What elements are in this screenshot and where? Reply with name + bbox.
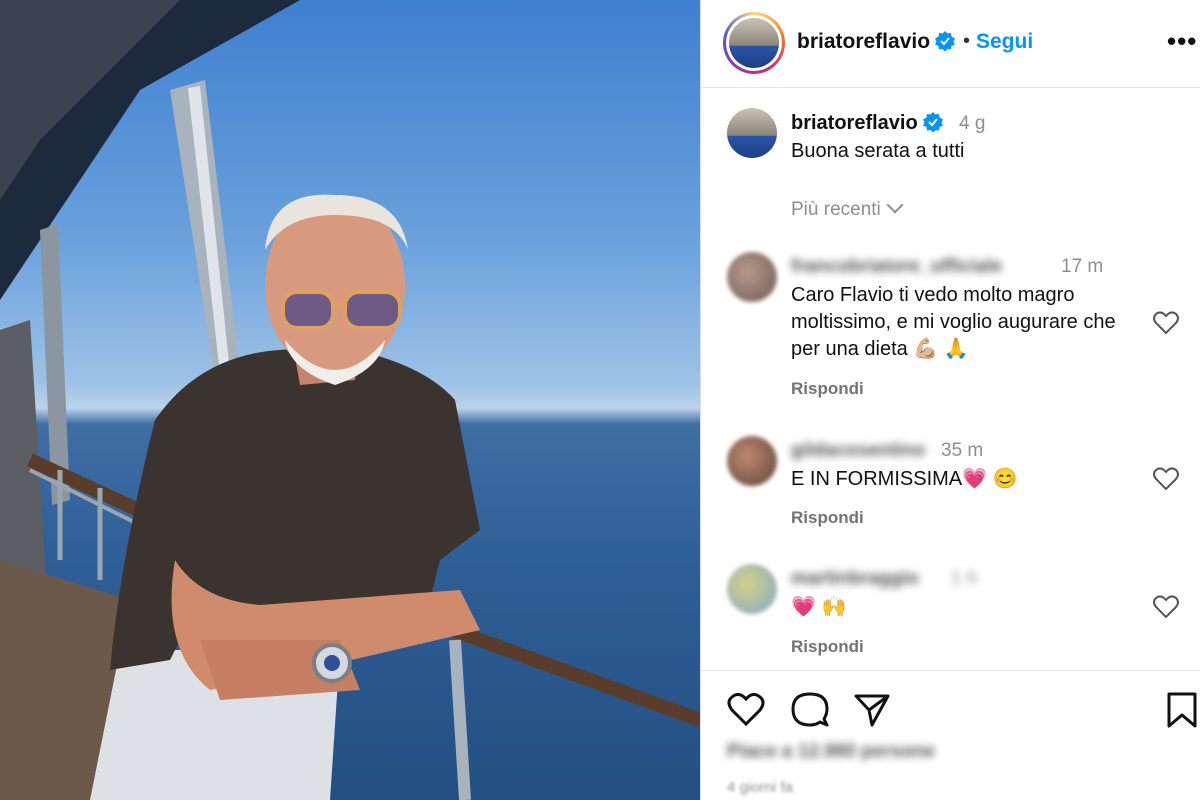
comment-avatar[interactable]	[727, 436, 777, 486]
chevron-down-icon	[886, 196, 904, 214]
comment-time: 17 m	[1061, 256, 1104, 277]
follow-button[interactable]: Segui	[976, 30, 1033, 54]
likes-count[interactable]: Piace a 12.980 persone	[727, 741, 935, 763]
caption-text: Buona serata a tutti	[791, 140, 965, 162]
heart-icon[interactable]	[1153, 595, 1179, 619]
comment-avatar[interactable]	[727, 252, 777, 302]
heart-icon[interactable]	[1153, 467, 1179, 491]
comment-username[interactable]: gildacosentino	[791, 440, 925, 462]
post-date: 4 giorni fa	[727, 779, 793, 796]
verified-icon	[922, 112, 943, 132]
author-username[interactable]: briatoreflavio	[797, 30, 930, 53]
action-bar: Piace a 12.980 persone 4 giorni fa	[701, 670, 1200, 800]
reply-button[interactable]: Rispondi	[791, 379, 864, 399]
bookmark-icon[interactable]	[1163, 691, 1200, 729]
sort-label: Più recenti	[791, 199, 881, 220]
comment-avatar[interactable]	[727, 564, 777, 614]
instagram-post: briatoreflavio • Segui ••• briatoreflavi…	[0, 0, 1200, 800]
reply-button[interactable]: Rispondi	[791, 637, 864, 657]
photo-illustration	[0, 0, 700, 800]
caption-time: 4 g	[959, 113, 986, 134]
separator-dot: •	[963, 30, 971, 52]
comment-username[interactable]: francobriatore_ufficiale	[791, 256, 1002, 278]
post-sidebar: briatoreflavio • Segui ••• briatoreflavi…	[700, 0, 1200, 800]
comment-icon[interactable]	[791, 691, 829, 729]
comment-text: Caro Flavio ti vedo molto magro moltissi…	[791, 284, 1116, 360]
caption-username[interactable]: briatoreflavio	[791, 112, 918, 134]
comment-username[interactable]: martinbraggio	[791, 568, 919, 590]
heart-icon[interactable]	[1153, 311, 1179, 335]
post-header: briatoreflavio • Segui •••	[701, 0, 1200, 88]
heart-icon[interactable]	[727, 691, 765, 729]
comment-time: 35 m	[941, 440, 984, 461]
caption-avatar[interactable]	[727, 108, 777, 158]
more-icon[interactable]: •••	[1167, 26, 1197, 57]
share-icon[interactable]	[853, 691, 891, 729]
sort-dropdown[interactable]: Più recenti	[791, 196, 904, 221]
comment-text: 💗 🙌	[791, 596, 847, 618]
reply-button[interactable]: Rispondi	[791, 508, 864, 528]
comment-text: E IN FORMISSIMA💗 😊	[791, 468, 1018, 490]
post-photo[interactable]	[0, 0, 700, 800]
comment-time: 1 h	[951, 568, 978, 589]
author-avatar[interactable]	[723, 12, 785, 74]
verified-icon	[935, 31, 956, 51]
